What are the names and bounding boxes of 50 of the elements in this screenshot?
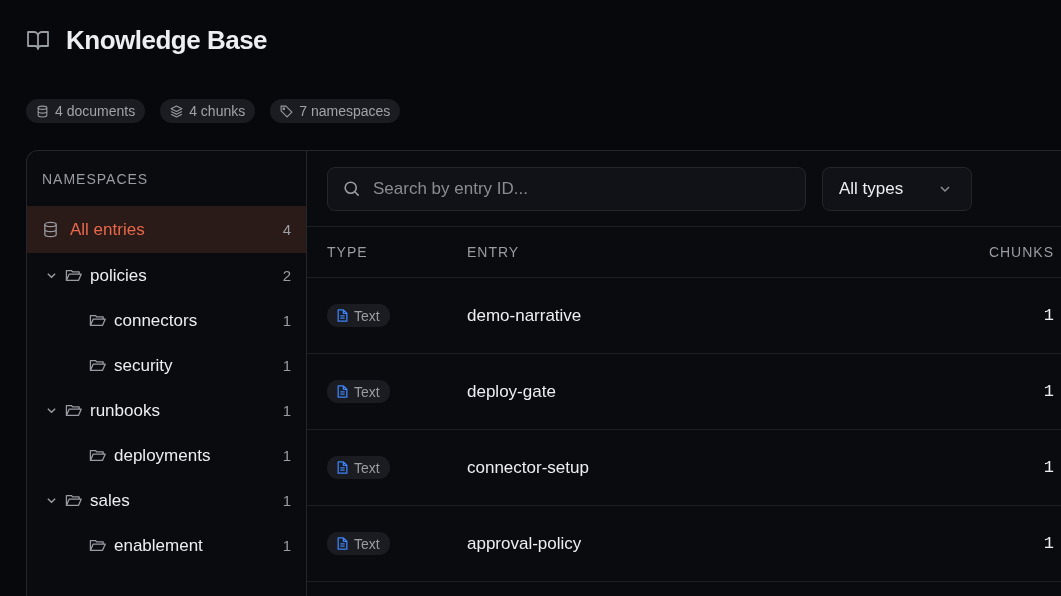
document-icon <box>337 537 348 550</box>
search-field[interactable]: Search by entry ID... <box>327 166 806 211</box>
column-header: ENTRY <box>467 244 521 260</box>
type-badge: Text <box>327 456 390 479</box>
search-icon <box>342 178 361 198</box>
document-icon <box>337 461 348 474</box>
chevron-icon[interactable] <box>46 405 57 416</box>
folder-icon <box>89 538 106 553</box>
stat-chip: 4 chunks <box>160 99 256 123</box>
entry-name: demo-narrative <box>467 305 583 326</box>
type-badge: Text <box>327 532 390 555</box>
all-entries-item[interactable]: All entries 4 <box>27 206 306 253</box>
sidebar-heading: NAMESPACES <box>41 169 150 189</box>
folder-icon <box>89 313 106 328</box>
chevron-icon[interactable] <box>46 270 57 281</box>
entry-name: approval-policy <box>467 533 583 554</box>
folder-icon <box>65 403 82 418</box>
column-header: TYPE <box>327 244 369 260</box>
type-badge: Text <box>327 380 390 403</box>
book-icon <box>26 29 50 51</box>
database-icon <box>36 104 49 118</box>
document-icon <box>337 309 348 322</box>
stat-chip: 7 namespaces <box>270 99 401 123</box>
folder-icon <box>65 268 82 283</box>
namespace-item[interactable]: runbooks 1 <box>27 388 306 433</box>
database-icon <box>42 221 59 238</box>
chunk-count: 1 <box>1042 382 1054 401</box>
folder-icon <box>65 493 82 508</box>
type-badge: Text <box>327 304 390 327</box>
chunk-count: 1 <box>1042 306 1054 325</box>
document-icon <box>337 385 348 398</box>
namespace-item[interactable]: enablement 1 <box>27 523 306 568</box>
chunk-count: 1 <box>1042 458 1054 477</box>
column-header: CHUNKS <box>987 244 1054 260</box>
folder-icon <box>89 448 106 463</box>
namespace-item[interactable]: security 1 <box>27 343 306 388</box>
entry-name: deploy-gate <box>467 381 557 402</box>
tag-icon <box>280 104 294 118</box>
chevron-icon[interactable] <box>46 495 57 506</box>
layers-icon <box>170 104 184 118</box>
namespace-item[interactable]: connectors 1 <box>27 298 306 343</box>
namespace-item[interactable]: deployments 1 <box>27 433 306 478</box>
namespace-item[interactable]: policies 2 <box>27 253 306 298</box>
folder-icon <box>89 358 106 373</box>
type-dropdown[interactable]: All types <box>822 166 972 211</box>
namespace-item[interactable]: sales 1 <box>27 478 306 523</box>
chunk-count: 1 <box>1042 534 1054 553</box>
page-title: Knowledge Base <box>66 24 268 56</box>
stat-chip: 4 documents <box>26 99 146 123</box>
entry-name: connector-setup <box>467 457 590 478</box>
